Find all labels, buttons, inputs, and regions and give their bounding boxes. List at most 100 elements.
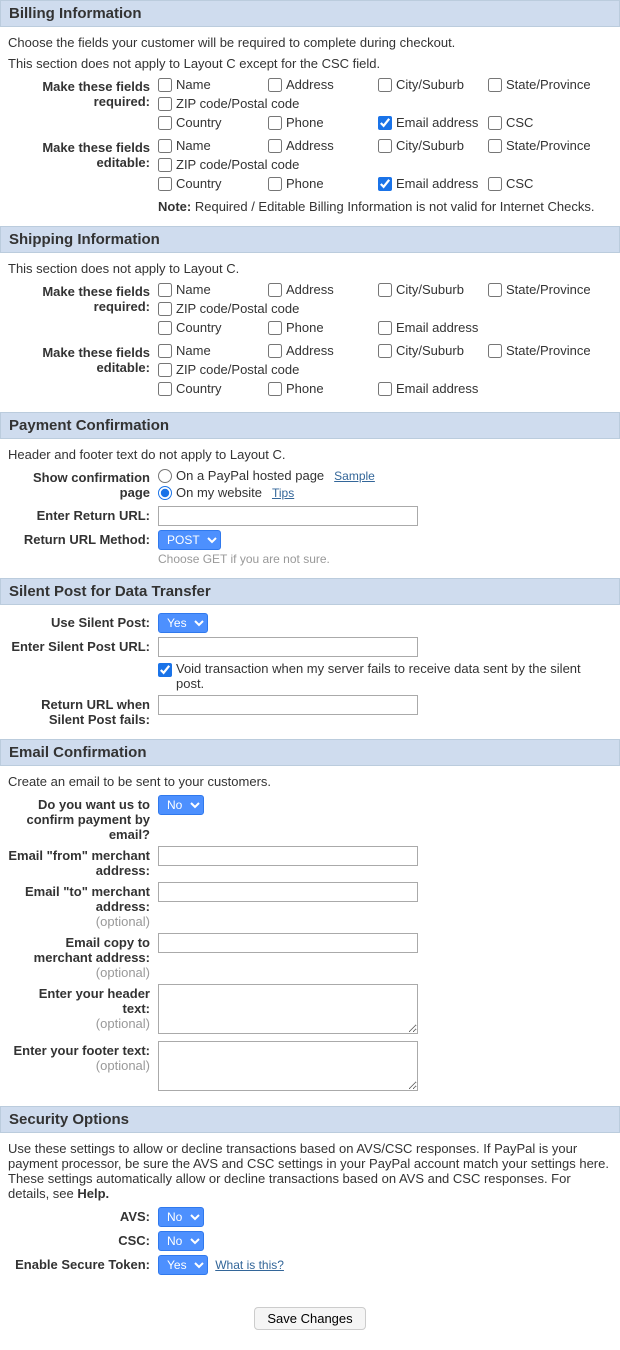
ship-req-address[interactable] <box>268 283 282 297</box>
confirm-email-select[interactable]: No <box>158 795 204 815</box>
silent-url-input[interactable] <box>158 637 418 657</box>
label-zip: ZIP code/Postal code <box>176 96 299 111</box>
payment-header: Payment Confirmation <box>0 412 620 439</box>
ship-edit-state[interactable] <box>488 344 502 358</box>
billing-edit-country[interactable] <box>158 177 172 191</box>
avs-label: AVS: <box>8 1207 158 1227</box>
label-email: Email address <box>396 115 478 130</box>
billing-editable-label: Make these fields editable: <box>8 138 158 214</box>
radio-paypal-label: On a PayPal hosted page <box>176 468 324 483</box>
csc-select[interactable]: No <box>158 1231 204 1251</box>
billing-req-csc[interactable] <box>488 116 502 130</box>
ship-edit-city[interactable] <box>378 344 392 358</box>
label-state: State/Province <box>506 77 591 92</box>
security-header: Security Options <box>0 1106 620 1133</box>
return-url-input[interactable] <box>158 506 418 526</box>
shipping-editable-label: Make these fields editable: <box>8 343 158 400</box>
email-desc: Create an email to be sent to your custo… <box>8 774 612 789</box>
billing-edit-phone[interactable] <box>268 177 282 191</box>
radio-my-website[interactable] <box>158 486 172 500</box>
confirm-email-label: Do you want us to confirm payment by ema… <box>8 795 158 842</box>
billing-req-email[interactable] <box>378 116 392 130</box>
email-header-textarea[interactable] <box>158 984 418 1034</box>
email-copy-input[interactable] <box>158 933 418 953</box>
csc-label: CSC: <box>8 1231 158 1251</box>
ship-edit-zip[interactable] <box>158 363 172 377</box>
radio-mysite-label: On my website <box>176 485 262 500</box>
billing-note: Note: Required / Editable Billing Inform… <box>158 199 612 214</box>
label-city: City/Suburb <box>396 77 464 92</box>
billing-required-label: Make these fields required: <box>8 77 158 134</box>
billing-edit-name[interactable] <box>158 139 172 153</box>
email-header-label: Enter your header text:(optional) <box>8 984 158 1037</box>
ship-edit-country[interactable] <box>158 382 172 396</box>
billing-edit-address[interactable] <box>268 139 282 153</box>
billing-req-zip[interactable] <box>158 97 172 111</box>
tips-link[interactable]: Tips <box>272 486 294 500</box>
billing-edit-email[interactable] <box>378 177 392 191</box>
email-copy-label: Email copy tomerchant address:(optional) <box>8 933 158 980</box>
sample-link[interactable]: Sample <box>334 469 375 483</box>
ship-req-email[interactable] <box>378 321 392 335</box>
email-to-input[interactable] <box>158 882 418 902</box>
billing-req-country[interactable] <box>158 116 172 130</box>
email-header: Email Confirmation <box>0 739 620 766</box>
label-csc: CSC <box>506 115 533 130</box>
return-method-label: Return URL Method: <box>8 530 158 566</box>
email-to-label: Email "to" merchantaddress:(optional) <box>8 882 158 929</box>
shipping-desc: This section does not apply to Layout C. <box>8 261 612 276</box>
billing-req-city[interactable] <box>378 78 392 92</box>
ship-edit-email[interactable] <box>378 382 392 396</box>
use-silent-label: Use Silent Post: <box>8 613 158 633</box>
silent-header: Silent Post for Data Transfer <box>0 578 620 605</box>
what-is-this-link[interactable]: What is this? <box>215 1258 284 1272</box>
ship-req-city[interactable] <box>378 283 392 297</box>
label-address: Address <box>286 77 334 92</box>
ship-edit-phone[interactable] <box>268 382 282 396</box>
silent-fail-label: Return URL whenSilent Post fails: <box>8 695 158 727</box>
ship-req-zip[interactable] <box>158 302 172 316</box>
return-method-select[interactable]: POST <box>158 530 221 550</box>
use-silent-select[interactable]: Yes <box>158 613 208 633</box>
billing-desc2: This section does not apply to Layout C … <box>8 56 612 71</box>
ship-edit-name[interactable] <box>158 344 172 358</box>
method-hint: Choose GET if you are not sure. <box>158 552 612 566</box>
silent-fail-input[interactable] <box>158 695 418 715</box>
shipping-header: Shipping Information <box>0 226 620 253</box>
email-from-input[interactable] <box>158 846 418 866</box>
ship-req-country[interactable] <box>158 321 172 335</box>
billing-req-state[interactable] <box>488 78 502 92</box>
radio-paypal-hosted[interactable] <box>158 469 172 483</box>
void-label: Void transaction when my server fails to… <box>176 661 612 691</box>
email-footer-label: Enter your footer text:(optional) <box>8 1041 158 1094</box>
billing-desc1: Choose the fields your customer will be … <box>8 35 612 50</box>
show-confirm-label: Show confirmation page <box>8 468 158 502</box>
billing-edit-csc[interactable] <box>488 177 502 191</box>
token-label: Enable Secure Token: <box>8 1255 158 1275</box>
billing-edit-city[interactable] <box>378 139 392 153</box>
token-select[interactable]: Yes <box>158 1255 208 1275</box>
save-changes-button[interactable]: Save Changes <box>254 1307 365 1330</box>
payment-desc: Header and footer text do not apply to L… <box>8 447 612 462</box>
ship-req-phone[interactable] <box>268 321 282 335</box>
billing-req-address[interactable] <box>268 78 282 92</box>
void-checkbox[interactable] <box>158 663 172 677</box>
ship-req-state[interactable] <box>488 283 502 297</box>
ship-req-name[interactable] <box>158 283 172 297</box>
billing-header: Billing Information <box>0 0 620 27</box>
billing-req-name[interactable] <box>158 78 172 92</box>
shipping-required-label: Make these fields required: <box>8 282 158 339</box>
security-desc: Use these settings to allow or decline t… <box>8 1141 612 1201</box>
ship-edit-address[interactable] <box>268 344 282 358</box>
silent-url-label: Enter Silent Post URL: <box>8 637 158 691</box>
return-url-label: Enter Return URL: <box>8 506 158 526</box>
label-country: Country <box>176 115 222 130</box>
label-name: Name <box>176 77 211 92</box>
billing-edit-zip[interactable] <box>158 158 172 172</box>
avs-select[interactable]: No <box>158 1207 204 1227</box>
email-footer-textarea[interactable] <box>158 1041 418 1091</box>
label-phone: Phone <box>286 115 324 130</box>
email-from-label: Email "from" merchantaddress: <box>8 846 158 878</box>
billing-req-phone[interactable] <box>268 116 282 130</box>
billing-edit-state[interactable] <box>488 139 502 153</box>
